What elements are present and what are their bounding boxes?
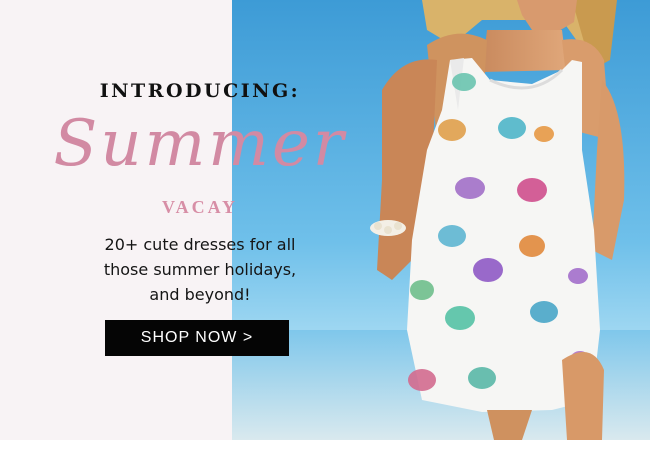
intro-heading: INTRODUCING: (99, 80, 301, 102)
model-photo (232, 0, 650, 440)
summer-vacay-banner[interactable]: INTRODUCING: Summer VACAY 20+ cute dress… (0, 0, 650, 440)
tagline: 20+ cute dresses for all those summer ho… (60, 232, 340, 307)
vacay-subtitle: VACAY (161, 197, 239, 217)
tagline-line-2: those summer holidays, (103, 260, 297, 279)
beach-photo-icon (232, 0, 650, 440)
shop-now-button[interactable]: SHOP NOW > (105, 320, 289, 356)
bottom-spacer (0, 440, 650, 450)
left-panel-background (0, 0, 232, 440)
summer-script-title: Summer (53, 107, 347, 181)
tagline-line-1: 20+ cute dresses for all (104, 235, 296, 254)
tagline-line-3: and beyond! (149, 285, 251, 304)
